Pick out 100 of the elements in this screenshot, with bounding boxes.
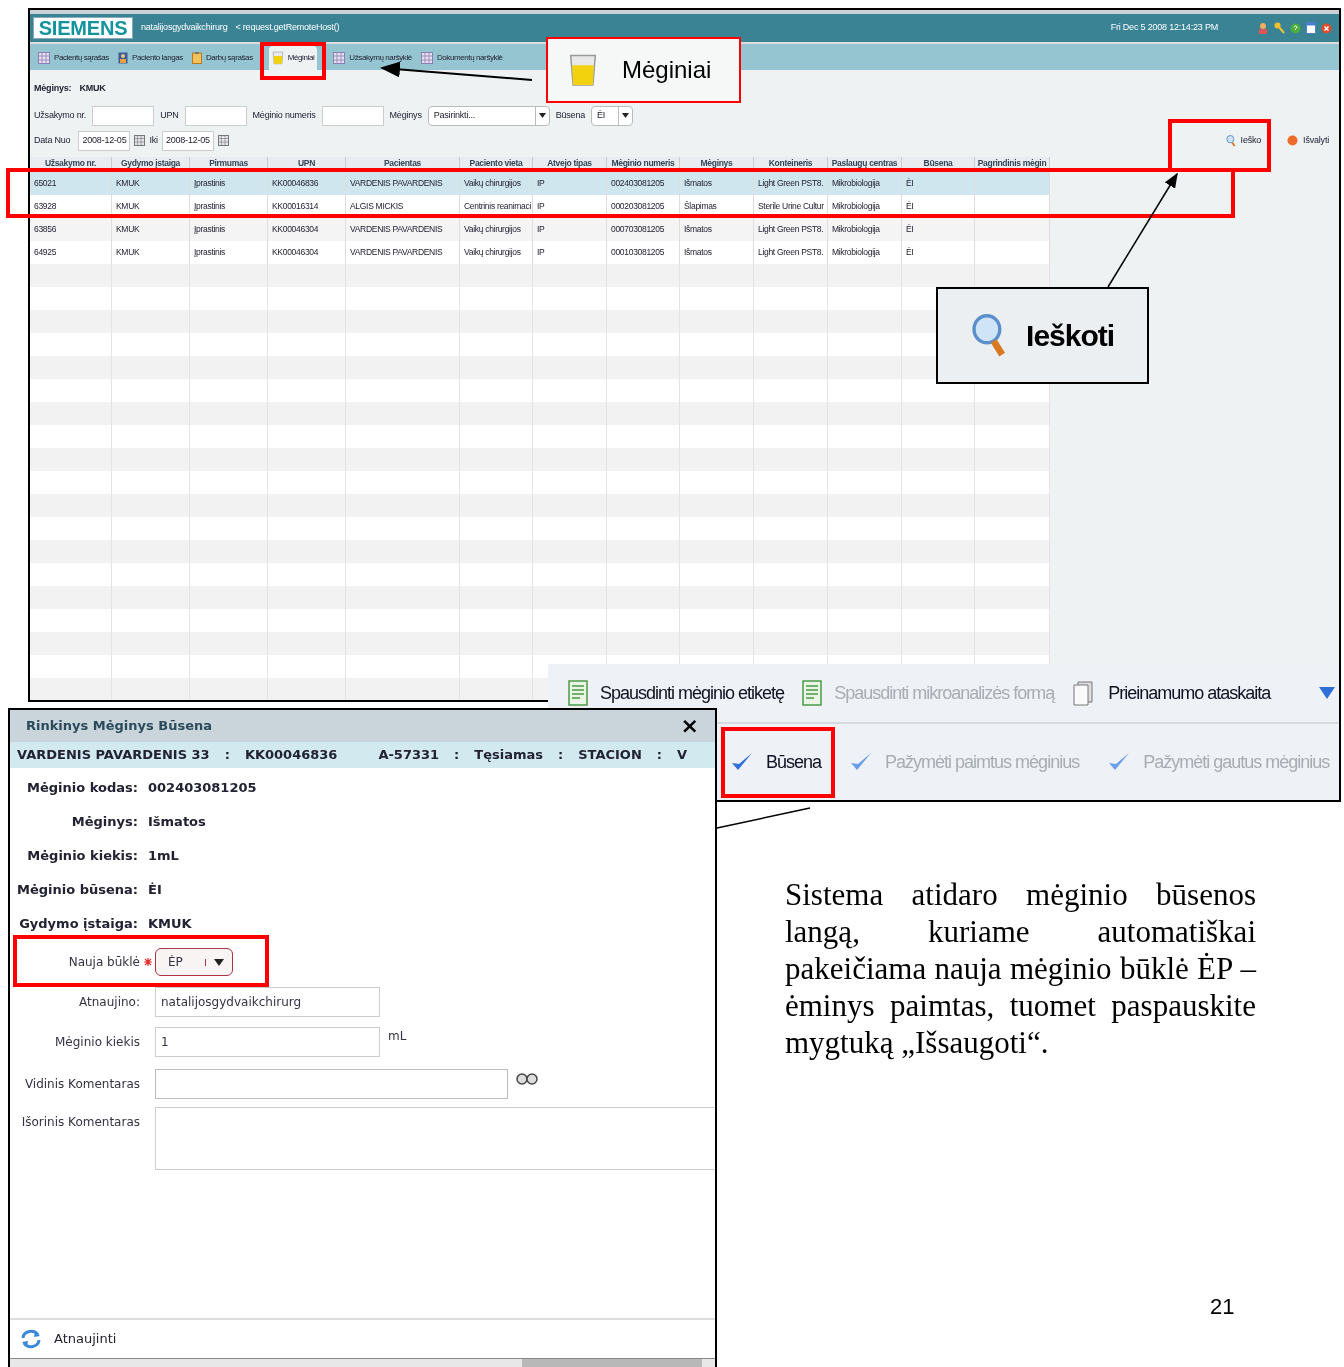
field-label: Išorinis Komentaras: [20, 1114, 140, 1131]
date-from-field[interactable]: 2008-12-05: [78, 130, 131, 151]
tab[interactable]: Dokumentų naršyklė: [417, 46, 506, 70]
tab[interactable]: Mėginiai: [268, 46, 318, 70]
filter-select[interactable]: ĖI: [591, 105, 633, 126]
column-header[interactable]: Užsakymo nr.: [30, 156, 112, 171]
detail-label: Mėginio kodas:: [26, 778, 138, 797]
table-cell: 63856: [34, 222, 57, 236]
caret-down-icon: [622, 113, 629, 118]
column-header[interactable]: Mėginio numeris: [607, 156, 680, 171]
table-cell: 002403081205: [611, 176, 665, 190]
table-cell: KMUK: [116, 245, 140, 259]
filter-title-value: KMUK: [79, 82, 106, 95]
instruction-paragraph: Sistema atidaro mėginio būsenos langą, kuriame automatiškai pakeičiama nauja mėginio būklė ĖP – ėminys paimtas, tuomet paspauskite mygtuką „Išsaugoti“.: [785, 876, 1256, 1061]
detail-value: Išmatos: [148, 812, 206, 831]
detail-value: KMUK: [148, 914, 192, 933]
column-header[interactable]: Konteineris: [754, 156, 828, 171]
column-header[interactable]: Atvejo tipas: [533, 156, 607, 171]
column-header[interactable]: Mėginys: [680, 156, 754, 171]
table-row[interactable]: 65021 KMUK Įprastinis KK00046836 VARDENIS PAVARDENIS Vaikų chirurgijos IP 002403081205 Išmatos Light Green PST8. Mikrobiologija ĖI: [30, 171, 1050, 195]
detail-label: Gydymo įstaiga:: [18, 914, 138, 933]
table-cell: Sterile Urine Cultur: [758, 199, 824, 213]
clipboard-icon: [191, 52, 202, 64]
info-text: :: [656, 746, 662, 765]
state-select[interactable]: ĖP: [155, 948, 233, 976]
filter-select[interactable]: Pasirinkti...: [427, 105, 550, 126]
date-from-label: Data Nuo: [34, 133, 71, 147]
column-header[interactable]: UPN: [268, 156, 346, 171]
table-cell: IP: [537, 245, 545, 259]
external-comment-field[interactable]: [155, 1107, 715, 1170]
column-header[interactable]: Pirmumas: [190, 156, 268, 171]
table-cell: ĖI: [906, 222, 914, 236]
column-header[interactable]: Pacientas: [346, 156, 460, 171]
info-text: KK00046836: [244, 746, 338, 765]
search-icon: [1226, 134, 1236, 147]
calendar-icon[interactable]: [217, 135, 229, 146]
table-cell: ALGIS MICKIS: [350, 199, 404, 213]
amount-field[interactable]: 1: [155, 1027, 380, 1057]
detail-value: 1mL: [148, 846, 179, 865]
info-text: STACION: [578, 746, 642, 765]
filter-label: Mėginio numeris: [252, 108, 316, 122]
callout-label: Ieškoti: [1026, 318, 1115, 354]
field-label: Vidinis Komentaras: [23, 1076, 140, 1093]
tab[interactable]: Darbų sąrašas: [188, 46, 256, 70]
table-cell: KK00046304: [272, 245, 319, 259]
calendar-icon[interactable]: [134, 135, 146, 146]
close-icon[interactable]: [1321, 22, 1332, 34]
field-label: Atnaujino:: [78, 994, 140, 1011]
updated-by-field[interactable]: natalijosgydvaikchirurg: [155, 987, 380, 1017]
tab[interactable]: Pacientų sąrašas: [35, 46, 112, 70]
logo: SIEMENS: [33, 17, 133, 39]
clear-button[interactable]: Išvalyti: [1287, 133, 1329, 148]
table-cell: KK00046304: [272, 222, 319, 236]
key-icon[interactable]: [1274, 22, 1285, 34]
table-cell: IP: [537, 222, 545, 236]
highlight-frame: [259, 42, 327, 80]
detail-label: Mėginio kiekis:: [26, 846, 138, 865]
table-cell: KMUK: [116, 176, 140, 190]
column-header[interactable]: Gydymo įstaiga: [112, 156, 190, 171]
table-cell: ĖI: [906, 245, 914, 259]
column-header[interactable]: Paciento vieta: [460, 156, 533, 171]
close-button[interactable]: ×: [680, 715, 699, 737]
table-cell: Įprastinis: [194, 199, 225, 213]
toolbar-button[interactable]: Spausdinti mėginio etiketę: [568, 679, 785, 707]
table-cell: 63928: [34, 199, 57, 213]
toolbar-button[interactable]: Būsena: [730, 748, 822, 776]
table-cell: ĖI: [906, 199, 914, 213]
table-cell: Light Green PST8.: [758, 245, 824, 259]
tab[interactable]: Užsakymų naršyklė: [330, 46, 415, 70]
help-icon[interactable]: [1290, 22, 1301, 34]
column-header[interactable]: Pagrindinis mėgin: [975, 156, 1050, 171]
filter-title-label: Mėginys:: [34, 82, 72, 95]
filter-input[interactable]: [321, 105, 384, 126]
internal-comment-field[interactable]: [155, 1069, 508, 1099]
column-header[interactable]: Paslaugų centras: [828, 156, 902, 171]
page-number: 21: [1210, 1293, 1235, 1321]
table-cell: Mikrobiologija: [832, 176, 880, 190]
table-cell: 64925: [34, 245, 57, 259]
caret-down-icon[interactable]: [1319, 687, 1335, 699]
table-cell: IP: [537, 176, 545, 190]
filter-label: Užsakymo nr.: [34, 108, 87, 122]
table-row[interactable]: 63856 KMUK Įprastinis KK00046304 VARDENIS PAVARDENIS Vaikų chirurgijos IP 000703081205 Išmatos Light Green PST8. Mikrobiologija ĖI: [30, 217, 1050, 241]
info-text: :: [454, 746, 460, 765]
search-button[interactable]: Ieško: [1226, 133, 1262, 148]
table-cell: Įprastinis: [194, 245, 225, 259]
user-name: natalijosgydvaikchirurg: [141, 21, 228, 35]
binoculars-icon[interactable]: [516, 1071, 538, 1085]
cup-icon: [271, 51, 284, 65]
window-icon[interactable]: [1306, 22, 1316, 34]
toolbar-button[interactable]: Prieinamumo ataskaita: [1072, 679, 1271, 707]
refresh-button[interactable]: Atnaujinti: [20, 1329, 117, 1349]
table-cell: KMUK: [116, 199, 140, 213]
filter-input[interactable]: [92, 105, 155, 126]
tab[interactable]: Paciento langas: [114, 46, 186, 70]
date-to-field[interactable]: 2008-12-05: [161, 130, 214, 151]
column-header[interactable]: Būsena: [902, 156, 975, 171]
filter-input[interactable]: [184, 105, 247, 126]
info-text: Tęsiamas: [474, 746, 543, 765]
table-cell: Vaikų chirurgijos: [464, 245, 521, 259]
table-cell: KK00046836: [272, 176, 319, 190]
